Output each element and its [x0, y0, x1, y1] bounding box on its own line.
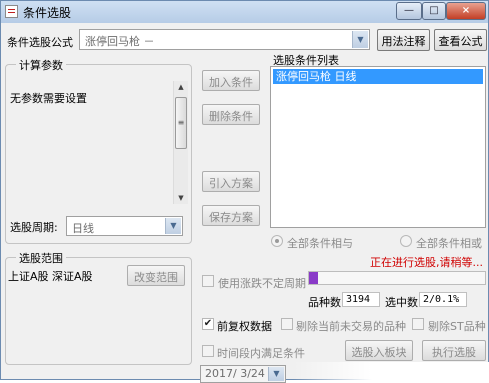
- minimize-icon[interactable]: —: [396, 2, 422, 20]
- app-icon: [5, 5, 18, 18]
- scroll-down-icon[interactable]: ▼: [174, 194, 188, 202]
- chevron-down-icon[interactable]: ▼: [268, 367, 284, 381]
- progress-bar: [308, 271, 486, 285]
- exclude-untraded-checkbox[interactable]: [281, 318, 293, 330]
- view-formula-button[interactable]: 查看公式: [434, 29, 487, 51]
- import-scheme-button[interactable]: 引入方案: [202, 171, 260, 192]
- window-title: 条件选股: [23, 6, 72, 20]
- formula-label: 条件选股公式: [7, 36, 73, 49]
- selected-value: 2/0.1%: [419, 292, 467, 307]
- date-value: 2017/ 3/24: [205, 367, 265, 380]
- save-scheme-button[interactable]: 保存方案: [202, 205, 260, 226]
- add-to-block-button[interactable]: 选股入板块: [345, 340, 413, 361]
- close-icon[interactable]: ×: [446, 2, 486, 20]
- chevron-down-icon[interactable]: ▼: [352, 31, 368, 48]
- status-text: 正在进行选股,请稍等...: [370, 256, 483, 269]
- params-scrollbar[interactable]: ▲ ≡ ▼: [173, 81, 188, 204]
- unstable-period-label: 使用涨跌不定周期: [218, 277, 306, 290]
- maximize-icon[interactable]: □: [422, 2, 446, 20]
- params-group: 计算参数 无参数需要设置 ▲ ≡ ▼ 选股周期: 日线 ▼: [5, 57, 192, 244]
- period-value: 日线: [72, 222, 94, 235]
- chevron-down-icon[interactable]: ▼: [165, 218, 181, 234]
- params-text: 无参数需要设置: [10, 92, 87, 105]
- exclude-st-label: 剔除ST品种: [428, 320, 486, 333]
- formula-value: 涨停回马枪 －: [85, 35, 155, 48]
- and-radio[interactable]: [271, 235, 283, 247]
- exclude-untraded-label: 剔除当前未交易的品种: [296, 320, 406, 333]
- date-field[interactable]: 2017/ 3/24 ▼: [200, 365, 286, 383]
- scroll-thumb[interactable]: ≡: [175, 97, 187, 149]
- add-condition-button[interactable]: 加入条件: [202, 70, 260, 91]
- time-window-checkbox[interactable]: [202, 345, 214, 357]
- or-radio-label: 全部条件相或: [416, 237, 482, 250]
- period-label: 选股周期:: [10, 221, 58, 234]
- range-group: 选股范围 上证A股 深证A股 改变范围: [5, 250, 192, 365]
- title-bar[interactable]: 条件选股 — □ ×: [1, 1, 488, 23]
- params-group-title: 计算参数: [16, 57, 66, 73]
- range-group-title: 选股范围: [16, 250, 66, 266]
- delete-condition-button[interactable]: 删除条件: [202, 104, 260, 125]
- count-value: 3194: [342, 292, 380, 307]
- selected-label: 选中数: [385, 296, 418, 309]
- change-range-button[interactable]: 改变范围: [127, 265, 185, 286]
- unstable-period-checkbox[interactable]: [202, 275, 214, 287]
- formula-dropdown[interactable]: 涨停回马枪 － ▼: [79, 29, 370, 50]
- time-window-label: 时间段内满足条件: [217, 347, 305, 360]
- pre-adjust-label: 前复权数据: [217, 320, 272, 333]
- exclude-st-checkbox[interactable]: [412, 318, 424, 330]
- progress-bar-fill: [309, 272, 318, 284]
- pre-adjust-checkbox[interactable]: ✔: [202, 318, 214, 330]
- range-value: 上证A股 深证A股: [8, 270, 93, 283]
- check-icon: ✔: [203, 318, 213, 329]
- condition-list-item[interactable]: 涨停回马枪 日线: [273, 69, 483, 84]
- usage-notes-button[interactable]: 用法注释: [377, 29, 430, 51]
- or-radio[interactable]: [400, 235, 412, 247]
- scroll-up-icon[interactable]: ▲: [174, 83, 188, 91]
- and-radio-label: 全部条件相与: [287, 237, 353, 250]
- count-label: 品种数: [308, 296, 341, 309]
- condition-list[interactable]: 涨停回马枪 日线: [270, 66, 486, 228]
- execute-button[interactable]: 执行选股: [422, 340, 486, 361]
- watermark-fade: [293, 362, 489, 381]
- condition-stock-picker-window: 条件选股 — □ × 条件选股公式 涨停回马枪 － ▼ 用法注释 查看公式 计算…: [0, 0, 489, 383]
- period-dropdown[interactable]: 日线 ▼: [66, 216, 183, 236]
